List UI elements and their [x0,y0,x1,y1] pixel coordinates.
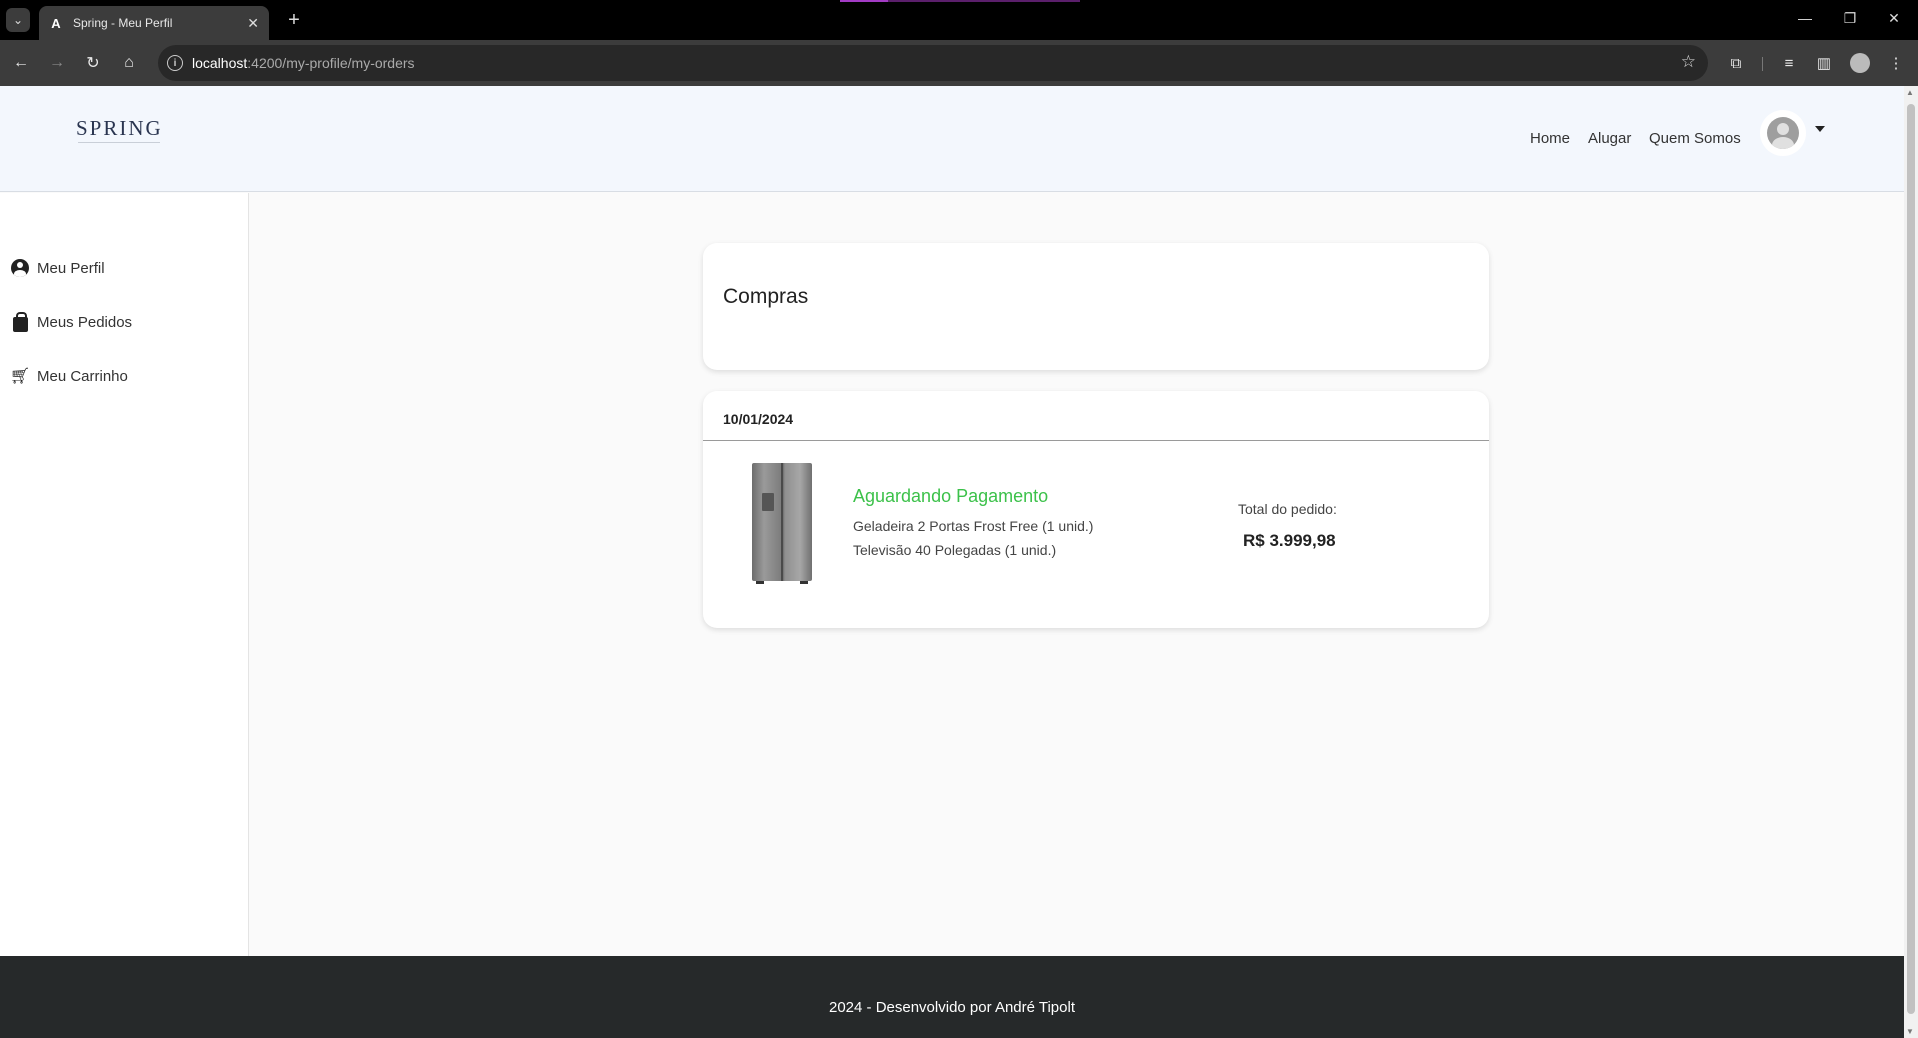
logo-underline [78,142,160,143]
tab-close-icon[interactable]: ✕ [247,15,259,32]
purchases-title-card: Compras [703,243,1489,370]
order-date: 10/01/2024 [723,411,794,427]
window-accent-line [840,0,1080,2]
minimize-icon[interactable]: — [1795,10,1815,26]
nav-quem-somos-link[interactable]: Quem Somos [1649,130,1741,147]
reload-icon[interactable]: ↻ [83,53,103,73]
product-image-refrigerator[interactable] [752,463,812,584]
toolbar-separator [1762,57,1763,71]
new-tab-plus-icon[interactable]: + [282,8,306,32]
web-page: SPRING Home Alugar Quem Somos Meu Perfil… [0,86,1904,1038]
sidebar-item-label: Meus Pedidos [37,313,133,331]
user-circle-icon [10,258,30,278]
order-status: Aguardando Pagamento [853,486,1049,506]
address-bar[interactable]: i localhost:4200/my-profile/my-orders ☆ [158,45,1708,81]
order-item: Televisão 40 Polegadas (1 unid.) [853,542,1057,558]
url-text: localhost:4200/my-profile/my-orders [192,55,415,71]
sidebar-item-label: Meu Carrinho [37,367,128,385]
browser-tab-bar: ⌄ A Spring - Meu Perfil ✕ + — ❐ ✕ [0,0,1918,40]
browser-toolbar: ← → ↻ ⌂ i localhost:4200/my-profile/my-o… [0,40,1918,86]
scrollbar-thumb[interactable] [1907,104,1915,1014]
user-avatar-icon [1767,117,1799,149]
tab-search-chevron-icon[interactable]: ⌄ [6,8,30,32]
order-total-value: R$ 3.999,98 [1243,531,1336,550]
browser-profile-avatar[interactable] [1850,53,1870,73]
forward-arrow-icon[interactable]: → [47,53,67,73]
home-icon[interactable]: ⌂ [119,53,139,73]
back-arrow-icon[interactable]: ← [11,53,31,73]
user-menu-caret-icon[interactable] [1815,126,1825,132]
shopping-cart-icon: 🛒︎ [9,368,31,385]
nav-alugar-link[interactable]: Alugar [1588,130,1631,147]
page-scrollbar[interactable]: ▲ ▼ [1904,86,1918,1038]
extensions-puzzle-icon[interactable]: ⧉ [1726,53,1746,73]
sidebar-item-meu-carrinho[interactable]: 🛒︎ Meu Carrinho [10,364,128,388]
footer-credits: 2024 - Desenvolvido por André Tipolt [829,999,1075,1016]
angular-favicon-icon: A [51,15,61,31]
scroll-down-arrow-icon[interactable]: ▼ [1906,1027,1914,1036]
order-card: 10/01/2024 Aguardando Pagamento Geladeir… [703,391,1489,628]
site-logo[interactable]: SPRING [76,116,163,141]
user-avatar-button[interactable] [1760,110,1806,156]
sidebar-item-meus-pedidos[interactable]: Meus Pedidos [10,310,132,334]
order-divider [703,440,1489,441]
site-header: SPRING Home Alugar Quem Somos [0,86,1904,192]
media-queue-icon[interactable]: ≡ [1779,53,1799,73]
nav-home-link[interactable]: Home [1530,130,1570,147]
restore-icon[interactable]: ❐ [1840,10,1860,27]
order-item: Geladeira 2 Portas Frost Free (1 unid.) [853,518,1094,534]
site-info-icon[interactable]: i [167,55,183,71]
browser-menu-kebab-icon[interactable]: ⋮ [1886,53,1906,73]
shopping-bag-icon [10,311,30,332]
bookmark-star-icon[interactable]: ☆ [1681,52,1696,72]
site-footer: 2024 - Desenvolvido por André Tipolt [0,956,1904,1038]
sidebar-item-meu-perfil[interactable]: Meu Perfil [10,256,105,280]
profile-sidebar: Meu Perfil Meus Pedidos 🛒︎ Meu Carrinho [0,193,249,956]
sidebar-item-label: Meu Perfil [37,259,105,277]
browser-tab[interactable]: A Spring - Meu Perfil ✕ [39,6,269,40]
window-close-icon[interactable]: ✕ [1884,10,1904,27]
order-total-label: Total do pedido: [1238,501,1337,517]
side-panel-icon[interactable]: ▥ [1814,53,1834,73]
page-title: Compras [723,285,809,308]
scroll-up-arrow-icon[interactable]: ▲ [1906,88,1914,97]
tab-title: Spring - Meu Perfil [73,16,173,30]
